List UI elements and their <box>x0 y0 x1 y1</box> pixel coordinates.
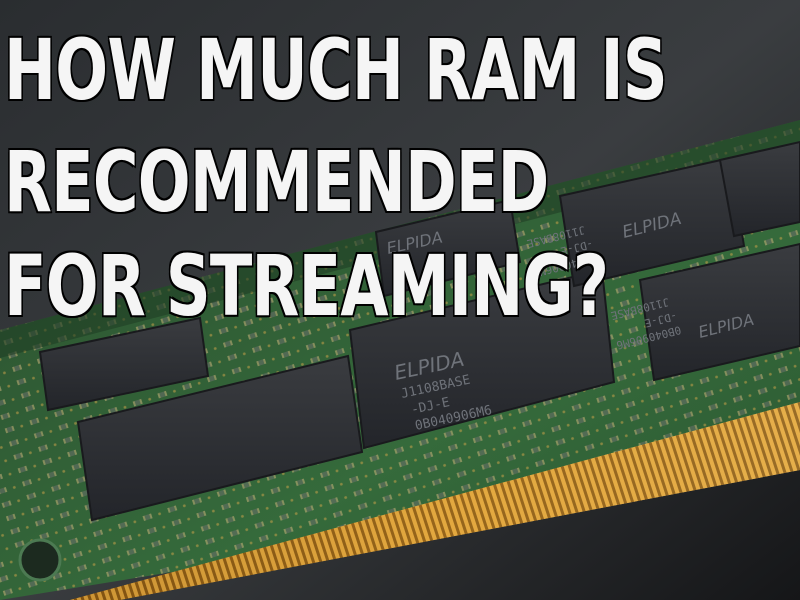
headline-line-2: RECOMMENDED <box>3 133 550 231</box>
headline-line-3: FOR STREAMING? <box>3 237 610 335</box>
pcb-notch-hole <box>18 538 62 582</box>
headline-line-1: HOW MUCH RAM IS <box>3 21 669 119</box>
headline: HOW MUCH RAM IS RECOMMENDED FOR STREAMIN… <box>0 0 800 340</box>
